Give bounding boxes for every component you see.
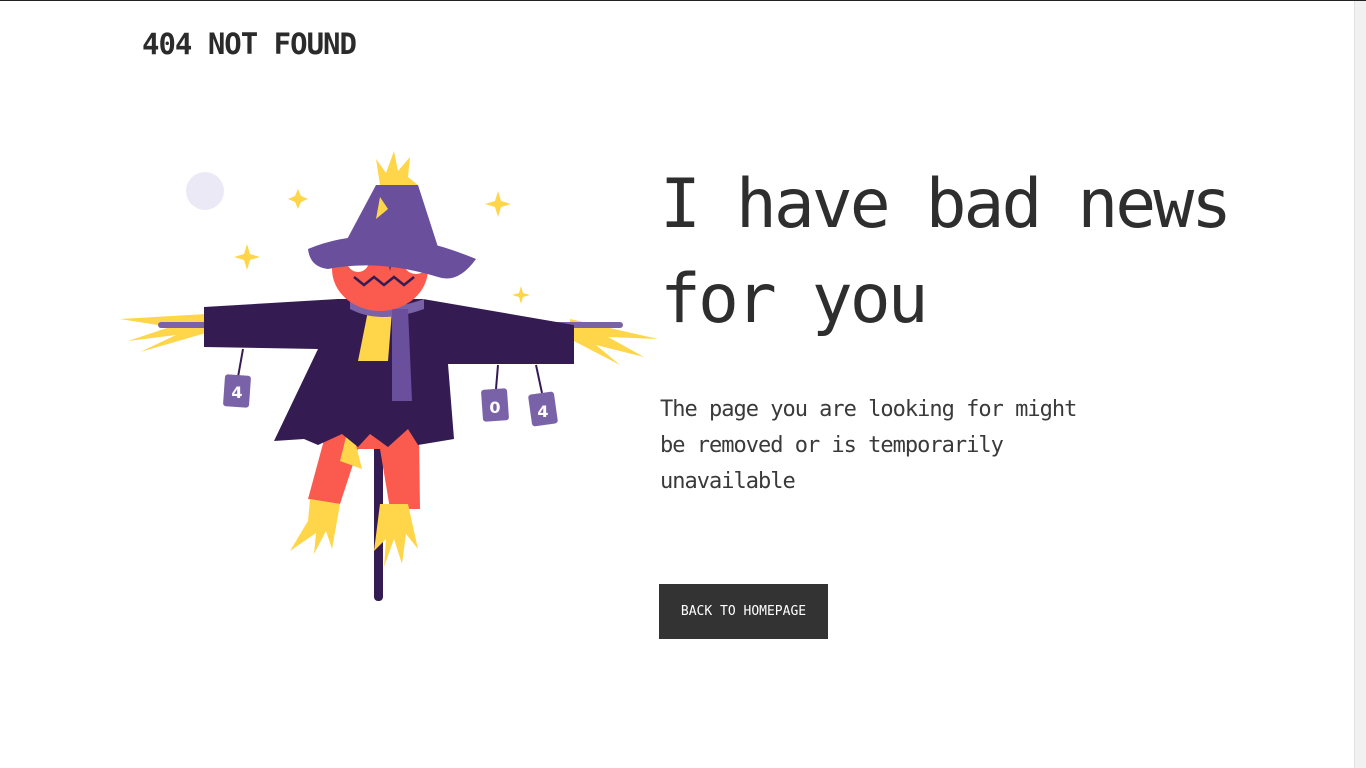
sparkle-icon bbox=[234, 244, 260, 270]
can-label: 0 bbox=[489, 398, 500, 417]
error-description: The page you are looking for might be re… bbox=[660, 397, 1077, 494]
sparkle-icon bbox=[485, 191, 511, 217]
sparkle-icon bbox=[288, 189, 308, 209]
left-foot-straw bbox=[290, 499, 340, 554]
brand-logo-text[interactable]: 404 NOT FOUND bbox=[142, 27, 357, 61]
back-to-homepage-button[interactable]: BACK TO HOMEPAGE bbox=[659, 584, 828, 639]
can-label: 4 bbox=[537, 402, 548, 421]
can-label: 4 bbox=[231, 383, 242, 402]
error-headline: I have bad news for you bbox=[660, 165, 1232, 339]
hat-straw bbox=[376, 151, 418, 185]
vertical-scrollbar[interactable] bbox=[1354, 1, 1366, 768]
moon-icon bbox=[186, 172, 224, 210]
scarecrow-illustration: 4 0 4 bbox=[118, 149, 663, 609]
left-hand-straw bbox=[120, 314, 206, 352]
sparkle-icon bbox=[512, 286, 530, 304]
